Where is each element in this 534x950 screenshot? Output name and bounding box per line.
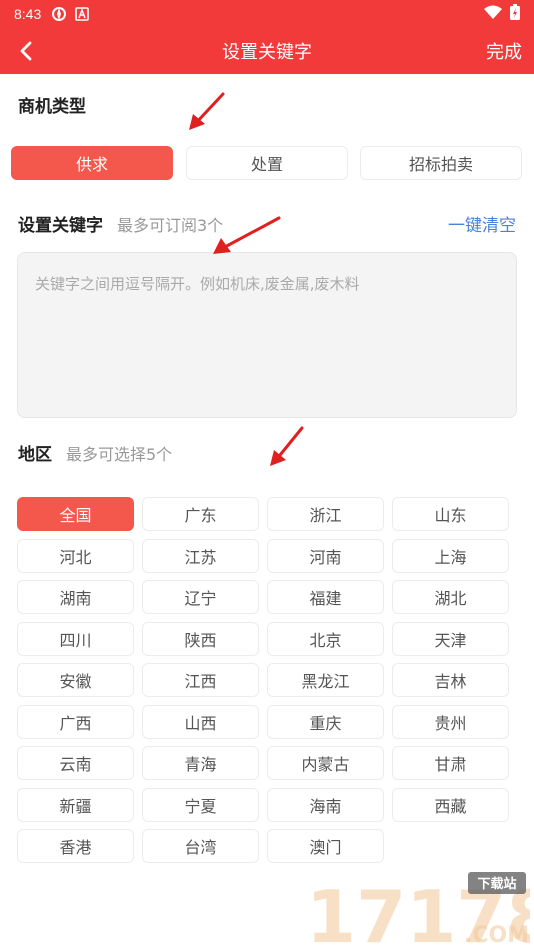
region-option[interactable]: 福建 [267, 580, 384, 614]
region-option[interactable]: 新疆 [17, 788, 134, 822]
watermark-suffix: .COM [464, 923, 529, 948]
region-option[interactable]: 西藏 [392, 788, 509, 822]
region-option[interactable]: 广东 [142, 497, 259, 531]
region-label: 地区 最多可选择5个 [18, 440, 172, 465]
status-bar: 8:43 [0, 0, 534, 28]
region-option[interactable]: 香港 [17, 829, 134, 863]
region-option[interactable]: 安徽 [17, 663, 134, 697]
annotation-arrow-icon [189, 92, 225, 130]
keywords-title: 设置关键字 [18, 216, 103, 236]
region-option[interactable]: 陕西 [142, 622, 259, 656]
region-option[interactable]: 河南 [267, 539, 384, 573]
region-option[interactable]: 湖南 [17, 580, 134, 614]
region-option[interactable]: 贵州 [392, 705, 509, 739]
region-option[interactable]: 海南 [267, 788, 384, 822]
region-option[interactable]: 全国 [17, 497, 134, 531]
business-type-selector: 供求 处置 招标拍卖 [11, 146, 523, 182]
region-option[interactable]: 四川 [17, 622, 134, 656]
region-option[interactable]: 山东 [392, 497, 509, 531]
region-option[interactable]: 宁夏 [142, 788, 259, 822]
region-hint: 最多可选择5个 [66, 445, 173, 464]
title-bar: 设置关键字 完成 [0, 28, 534, 74]
region-option[interactable]: 黑龙江 [267, 663, 384, 697]
region-title: 地区 [18, 445, 52, 465]
done-button[interactable]: 完成 [486, 38, 522, 64]
region-option[interactable]: 山西 [142, 705, 259, 739]
region-option[interactable]: 云南 [17, 746, 134, 780]
region-option[interactable]: 澳门 [267, 829, 384, 863]
site-watermark-logo: 17178 下载站 .COM [306, 872, 530, 948]
battery-charging-icon [510, 4, 520, 24]
region-option[interactable]: 河北 [17, 539, 134, 573]
type-option-bidding[interactable]: 招标拍卖 [360, 146, 522, 180]
a-badge-icon [75, 7, 90, 21]
region-option[interactable]: 江西 [142, 663, 259, 697]
back-button[interactable] [12, 37, 40, 65]
business-type-label: 商机类型 [18, 97, 86, 117]
region-option[interactable]: 上海 [392, 539, 509, 573]
back-arrow-icon [20, 41, 32, 61]
spinner-icon [51, 6, 67, 22]
region-option[interactable]: 重庆 [267, 705, 384, 739]
region-option[interactable]: 台湾 [142, 829, 259, 863]
wifi-icon [484, 5, 502, 23]
region-option[interactable]: 青海 [142, 746, 259, 780]
status-time: 8:43 [14, 6, 42, 22]
keywords-label: 设置关键字 最多可订阅3个 [18, 211, 223, 236]
watermark-badge: 下载站 [477, 876, 516, 892]
type-option-disposal[interactable]: 处置 [186, 146, 348, 180]
type-option-supply[interactable]: 供求 [11, 146, 173, 180]
keywords-input[interactable]: 关键字之间用逗号隔开。例如机床,废金属,废木料 [17, 252, 517, 418]
clear-all-button[interactable]: 一键清空 [448, 211, 516, 236]
region-option[interactable]: 湖北 [392, 580, 509, 614]
region-option[interactable]: 甘肃 [392, 746, 509, 780]
annotation-arrow-icon [270, 426, 304, 466]
region-option[interactable]: 广西 [17, 705, 134, 739]
annotation-arrow-icon [213, 216, 281, 254]
region-option[interactable]: 天津 [392, 622, 509, 656]
region-option[interactable]: 辽宁 [142, 580, 259, 614]
region-option[interactable]: 江苏 [142, 539, 259, 573]
region-option[interactable]: 北京 [267, 622, 384, 656]
region-option[interactable]: 吉林 [392, 663, 509, 697]
region-option[interactable]: 浙江 [267, 497, 384, 531]
region-option[interactable]: 内蒙古 [267, 746, 384, 780]
page-title: 设置关键字 [222, 42, 312, 63]
